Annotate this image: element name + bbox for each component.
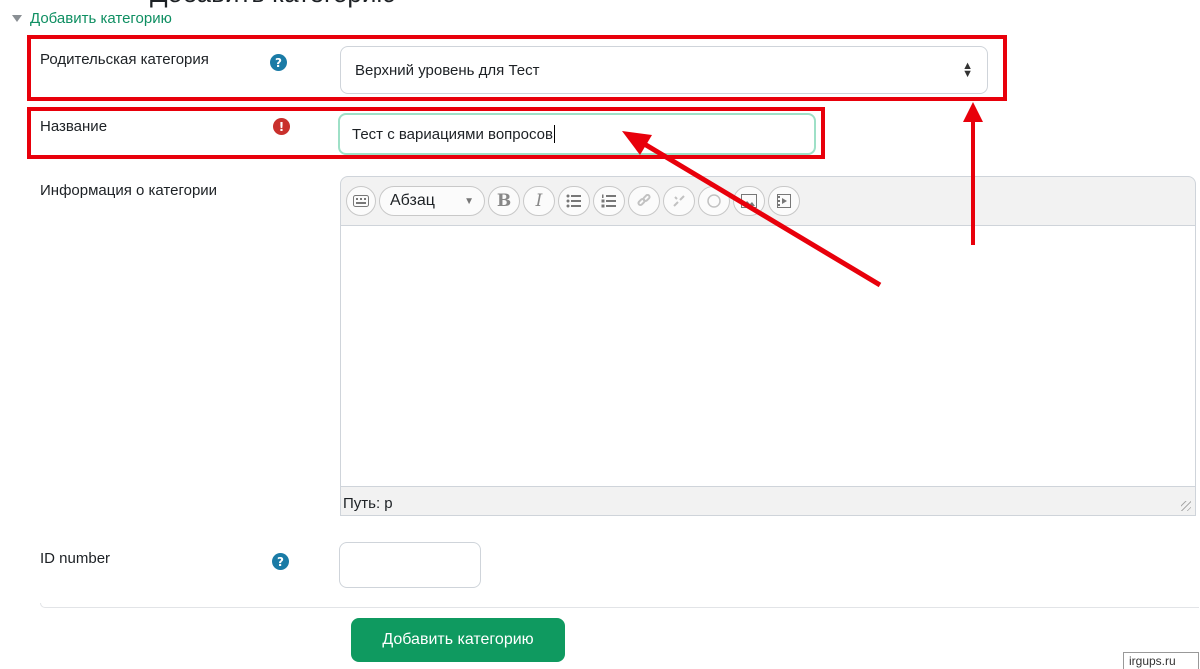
bold-icon: B xyxy=(496,191,512,211)
resize-grip-icon[interactable] xyxy=(1181,501,1191,511)
editor-path-status: Путь: p xyxy=(343,495,393,512)
paragraph-format-select[interactable]: Абзац ▼ xyxy=(379,186,485,216)
unlink-icon[interactable] xyxy=(663,186,695,216)
italic-button[interactable]: I xyxy=(523,186,555,216)
section-toggle-label: Добавить категорию xyxy=(30,10,172,27)
category-info-label: Информация о категории xyxy=(40,182,218,199)
site-footer-tag: irgups.ru xyxy=(1123,652,1199,669)
add-category-button[interactable]: Добавить категорию xyxy=(351,618,565,662)
page-heading-clipped: Добавить категорию xyxy=(150,0,396,9)
bold-button[interactable]: B xyxy=(488,186,520,216)
question-mark-help-icon[interactable]: ? xyxy=(272,553,289,570)
numbered-list-icon[interactable] xyxy=(593,186,625,216)
section-toggle-add-category[interactable]: Добавить категорию xyxy=(12,10,172,27)
collapse-triangle-icon xyxy=(12,15,22,22)
annotation-box-name xyxy=(27,107,825,159)
editor-content-area[interactable] xyxy=(341,225,1195,487)
id-number-label: ID number xyxy=(40,550,111,567)
annotation-box-parent-category xyxy=(27,35,1007,101)
paragraph-format-label: Абзац xyxy=(390,192,435,209)
insert-media-icon[interactable] xyxy=(768,186,800,216)
editor-toolbar: Абзац ▼ B I xyxy=(346,184,800,218)
dropdown-arrow-icon: ▼ xyxy=(464,195,474,207)
emoticon-icon[interactable] xyxy=(698,186,730,216)
italic-icon: I xyxy=(535,191,543,211)
keyboard-toggle-icon[interactable] xyxy=(346,186,376,216)
annotation-arrowhead-vertical xyxy=(963,102,983,122)
insert-image-icon[interactable] xyxy=(733,186,765,216)
link-icon[interactable] xyxy=(628,186,660,216)
bullet-list-icon[interactable] xyxy=(558,186,590,216)
id-number-input[interactable] xyxy=(339,542,481,588)
fieldset-divider xyxy=(40,603,1199,608)
rich-text-editor: Абзац ▼ B I Путь: p xyxy=(340,176,1196,516)
